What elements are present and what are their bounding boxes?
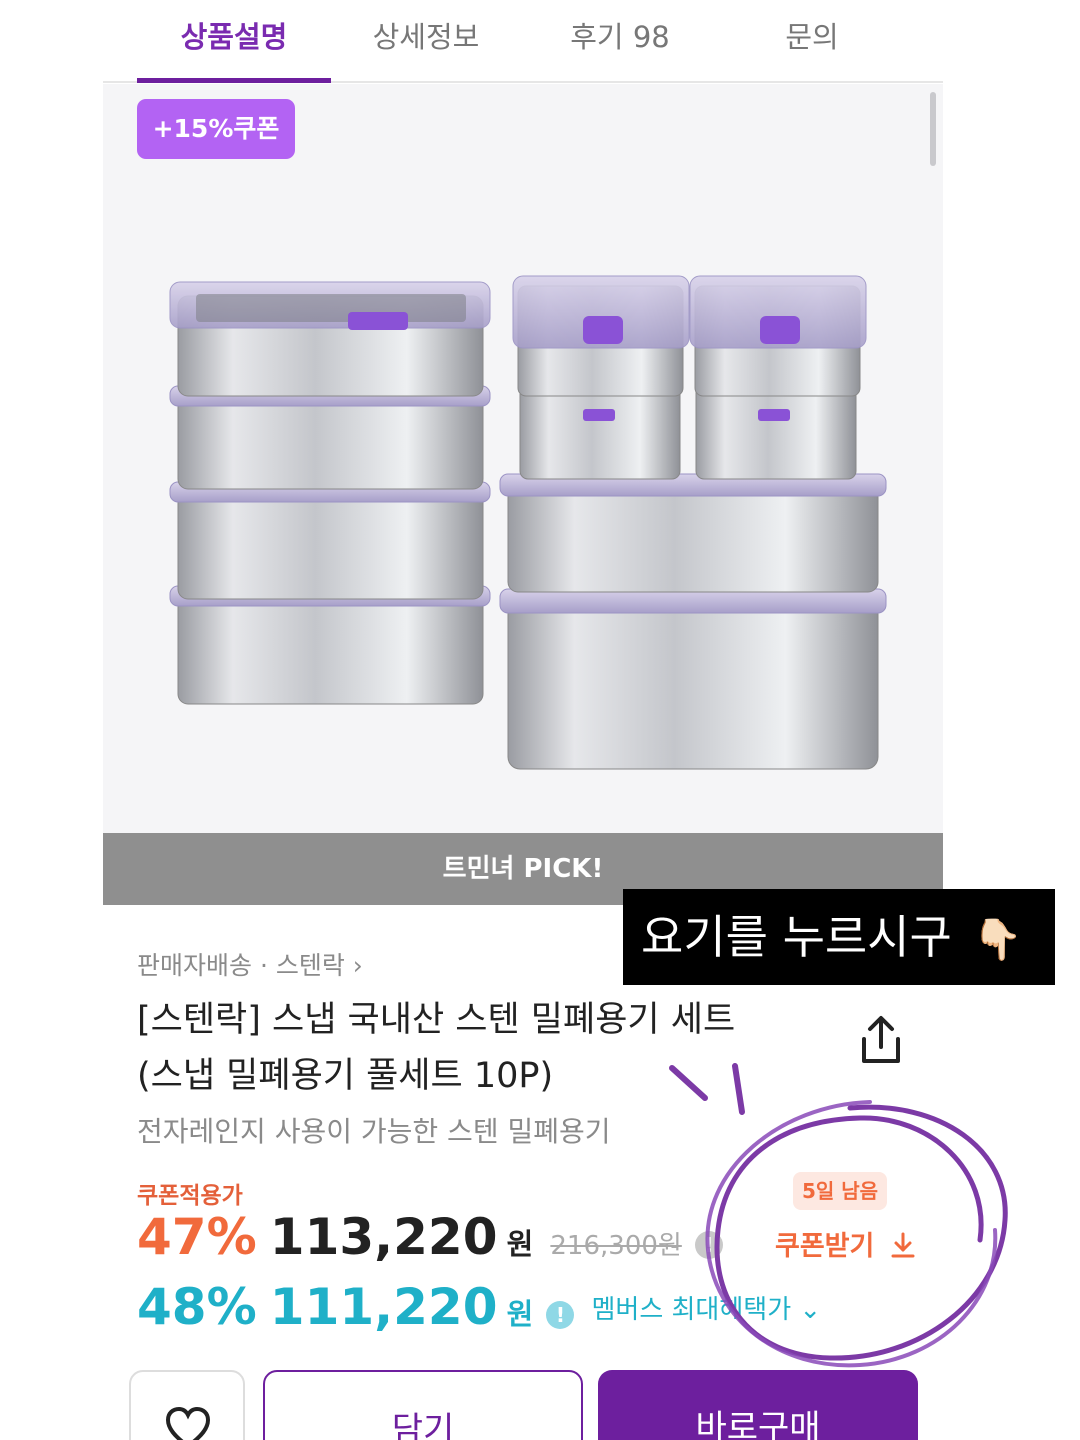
days-left-badge: 5일 남음 (793, 1172, 887, 1210)
pointing-down-hand-icon: 👇🏻 (972, 917, 1023, 963)
wishlist-button[interactable] (129, 1370, 245, 1440)
product-image-area: +15%쿠폰 (103, 84, 943, 834)
member-price-unit: 원 (506, 1297, 534, 1331)
seller-label: 판매자배송 · 스텐락 (137, 951, 345, 980)
chevron-right-icon: › (352, 951, 363, 980)
download-icon (891, 1232, 915, 1258)
seller-link[interactable]: 판매자배송 · 스텐락 › (137, 946, 363, 982)
tab-reviews[interactable]: 후기 98 (523, 16, 717, 62)
buy-now-button[interactable]: 바로구매 (598, 1370, 918, 1440)
price-unit: 원 (506, 1227, 534, 1261)
coupon-download-button[interactable]: 쿠폰받기 (775, 1224, 916, 1263)
left-gutter (0, 0, 103, 1440)
annotation-callout: 요기를 누르시구 👇🏻 (623, 889, 1055, 985)
product-title-line2: (스냅 밀폐용기 풀세트 10P) (137, 1056, 554, 1096)
coupon-price-label: 쿠폰적용가 (137, 1183, 243, 1209)
member-discount-percent: 48% (137, 1278, 257, 1336)
tab-bar: 상품설명 상세정보 후기 98 문의 (103, 0, 943, 83)
callout-text: 요기를 누르시구 (641, 910, 952, 964)
info-icon[interactable]: ! (694, 1231, 723, 1259)
discount-percent: 47% (137, 1208, 257, 1266)
coupon-price-row: 47% 113,220 원 216,300원 ! (137, 1208, 723, 1272)
sale-price: 113,220 (269, 1208, 498, 1266)
right-gutter (943, 0, 1080, 1440)
member-info-icon[interactable]: ! (546, 1301, 575, 1329)
share-icon[interactable] (858, 1015, 904, 1067)
members-benefit-link[interactable]: 멤버스 최대혜택가 ⌄ (591, 1289, 821, 1326)
product-image (169, 275, 887, 770)
product-panel: 상품설명 상세정보 후기 98 문의 +15%쿠폰 트민녀 PICK! 판매자배… (103, 0, 943, 1440)
member-price-row: 48% 111,220 원 ! 멤버스 최대혜택가 ⌄ (137, 1278, 821, 1342)
product-subtitle: 전자레인지 사용이 가능한 스텐 밀폐용기 (137, 1115, 611, 1148)
add-to-cart-button[interactable]: 담기 (263, 1370, 583, 1440)
tab-details[interactable]: 상세정보 (329, 16, 523, 62)
original-price: 216,300원 (550, 1231, 682, 1261)
scrollbar[interactable] (930, 92, 936, 166)
active-tab-indicator (137, 78, 331, 83)
heart-icon (165, 1406, 211, 1440)
tab-inquiry[interactable]: 문의 (715, 16, 909, 62)
coupon-badge: +15%쿠폰 (137, 99, 295, 159)
product-title: [스텐락] 스냅 국내산 스텐 밀폐용기 세트 (스냅 밀폐용기 풀세트 10P… (137, 992, 777, 1104)
product-title-line1: [스텐락] 스냅 국내산 스텐 밀폐용기 세트 (137, 1000, 736, 1040)
coupon-download-label: 쿠폰받기 (775, 1231, 875, 1262)
tab-description[interactable]: 상품설명 (137, 16, 331, 62)
member-price: 111,220 (269, 1278, 498, 1336)
